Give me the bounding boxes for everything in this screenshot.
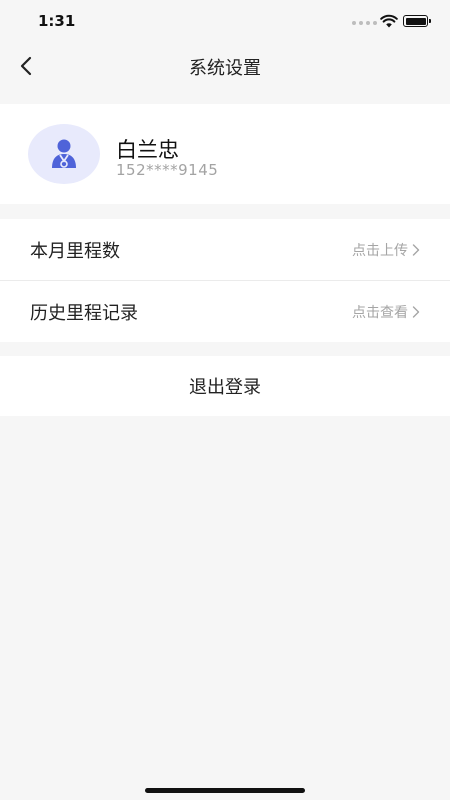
user-name: 白兰忠 bbox=[116, 138, 179, 162]
setting-label: 本月里程数 bbox=[30, 240, 120, 262]
profile-card: 白兰忠 152****9145 bbox=[0, 104, 450, 204]
upload-link[interactable]: 点击上传 bbox=[352, 240, 408, 260]
status-time: 1:31 bbox=[38, 12, 76, 30]
home-indicator[interactable] bbox=[145, 788, 305, 793]
cellular-signal-icon bbox=[352, 21, 377, 25]
settings-screen: 1:31 系统设置 白兰忠 152****9145 本月里程数 点击上传 历史里… bbox=[0, 0, 450, 800]
settings-list: 本月里程数 点击上传 历史里程记录 点击查看 bbox=[0, 219, 450, 342]
page-title: 系统设置 bbox=[189, 58, 261, 79]
chevron-right-icon bbox=[412, 305, 420, 318]
wifi-icon bbox=[380, 14, 398, 28]
logout-button[interactable]: 退出登录 bbox=[0, 356, 450, 416]
setting-row-monthly-mileage[interactable]: 本月里程数 点击上传 bbox=[0, 219, 450, 280]
navigation-bar: 系统设置 bbox=[0, 44, 450, 88]
battery-icon bbox=[403, 15, 431, 27]
chevron-right-icon bbox=[412, 243, 420, 256]
user-icon bbox=[52, 139, 76, 168]
avatar bbox=[28, 124, 100, 184]
user-phone: 152****9145 bbox=[116, 161, 219, 179]
view-link[interactable]: 点击查看 bbox=[352, 302, 408, 322]
setting-label: 历史里程记录 bbox=[30, 302, 138, 324]
setting-row-mileage-history[interactable]: 历史里程记录 点击查看 bbox=[0, 280, 450, 342]
status-bar: 1:31 bbox=[0, 0, 450, 44]
